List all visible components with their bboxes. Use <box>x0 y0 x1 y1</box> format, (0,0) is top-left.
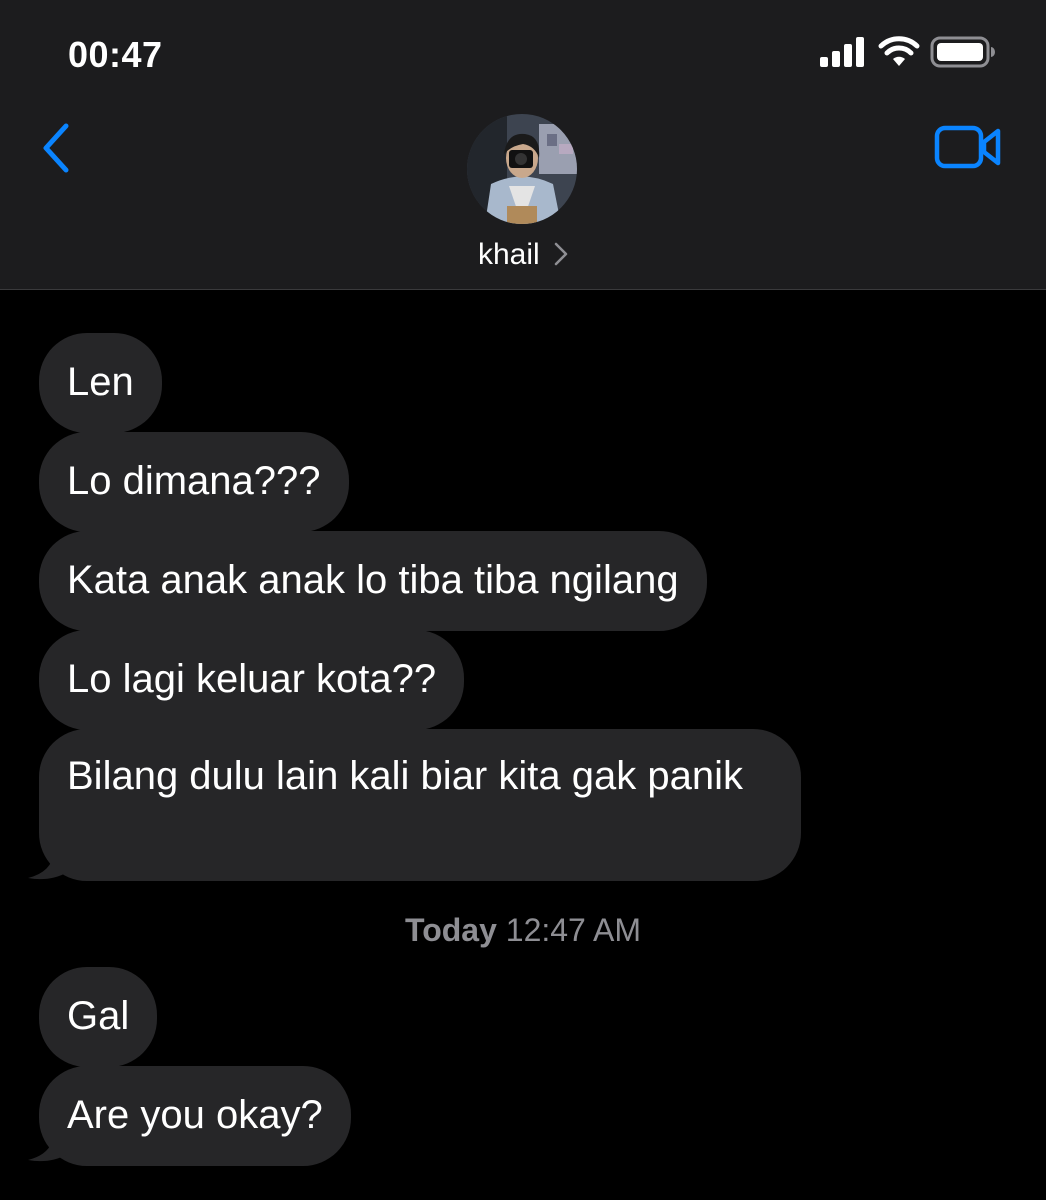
video-camera-icon <box>934 125 1001 169</box>
message-bubble[interactable]: Gal <box>39 967 158 1067</box>
message-bubble[interactable]: Kata anak anak lo tiba tiba ngilang <box>39 531 707 631</box>
message-text: Len <box>67 360 134 404</box>
message-text: Bilang dulu lain kali biar kita gak pani… <box>67 754 743 798</box>
status-time: 00:47 <box>68 34 163 75</box>
back-button[interactable] <box>34 118 84 178</box>
contact-name-button[interactable]: khail <box>0 238 1046 272</box>
bubble-tail-icon <box>28 1134 68 1162</box>
message-bubble[interactable]: Bilang dulu lain kali biar kita gak pani… <box>39 729 801 881</box>
battery-icon <box>930 36 995 68</box>
message-text: Lo dimana??? <box>67 459 321 503</box>
chevron-right-icon <box>554 242 568 266</box>
timestamp-day: Today <box>405 912 497 948</box>
timestamp-time: 12:47 AM <box>505 912 641 948</box>
contact-name: khail <box>477 238 540 271</box>
conversation-header: 00:47 khail <box>0 0 1046 290</box>
message-text: Are you okay? <box>67 1093 323 1137</box>
bubble-tail-icon <box>28 852 68 880</box>
message-text: Lo lagi keluar kota?? <box>67 657 437 701</box>
avatar-photo-icon <box>467 114 577 224</box>
message-text: Kata anak anak lo tiba tiba ngilang <box>67 558 679 602</box>
message-bubble[interactable]: Len <box>39 333 162 433</box>
contact-avatar[interactable] <box>467 114 577 224</box>
chevron-left-icon <box>43 123 69 173</box>
message-bubble[interactable]: Lo dimana??? <box>39 432 349 532</box>
cellular-signal-icon <box>820 37 864 67</box>
video-call-button[interactable] <box>934 122 1004 172</box>
message-bubble[interactable]: Lo lagi keluar kota?? <box>39 630 465 730</box>
message-timestamp: Today 12:47 AM <box>0 912 1046 949</box>
message-text: Gal <box>67 994 130 1038</box>
wifi-icon <box>878 36 920 66</box>
message-bubble[interactable]: Are you okay? <box>39 1066 351 1166</box>
status-icons <box>820 36 996 68</box>
